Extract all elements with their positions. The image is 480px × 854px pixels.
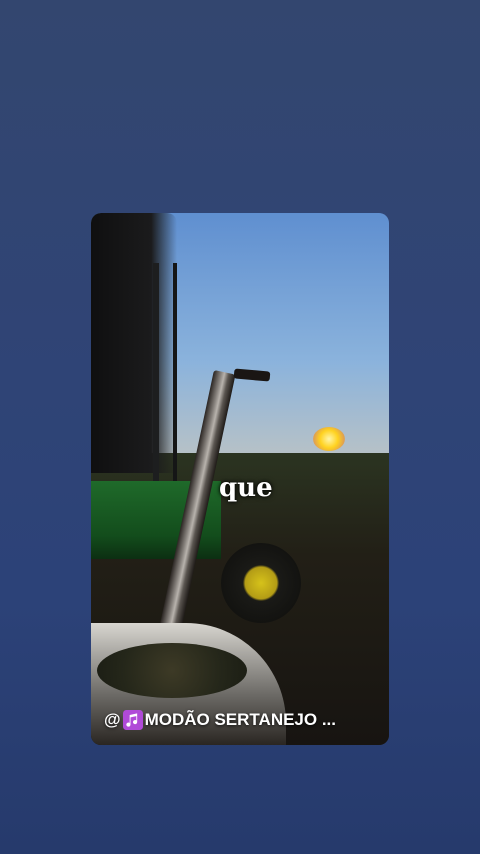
story-media-card[interactable]: que @ MODÃO SERTANEJO ... bbox=[91, 213, 389, 745]
machine-arm bbox=[153, 263, 177, 493]
music-label: MODÃO SERTANEJO ... bbox=[144, 710, 337, 729]
mate-herb bbox=[97, 643, 247, 698]
tractor-wheel bbox=[221, 543, 301, 623]
music-at-symbol: @ bbox=[104, 710, 121, 729]
caption-text: que bbox=[219, 473, 273, 503]
music-note-icon bbox=[122, 710, 143, 730]
mate-straw-tip bbox=[233, 368, 271, 382]
sun bbox=[313, 427, 345, 451]
music-sticker[interactable]: @ MODÃO SERTANEJO ... bbox=[104, 707, 384, 733]
